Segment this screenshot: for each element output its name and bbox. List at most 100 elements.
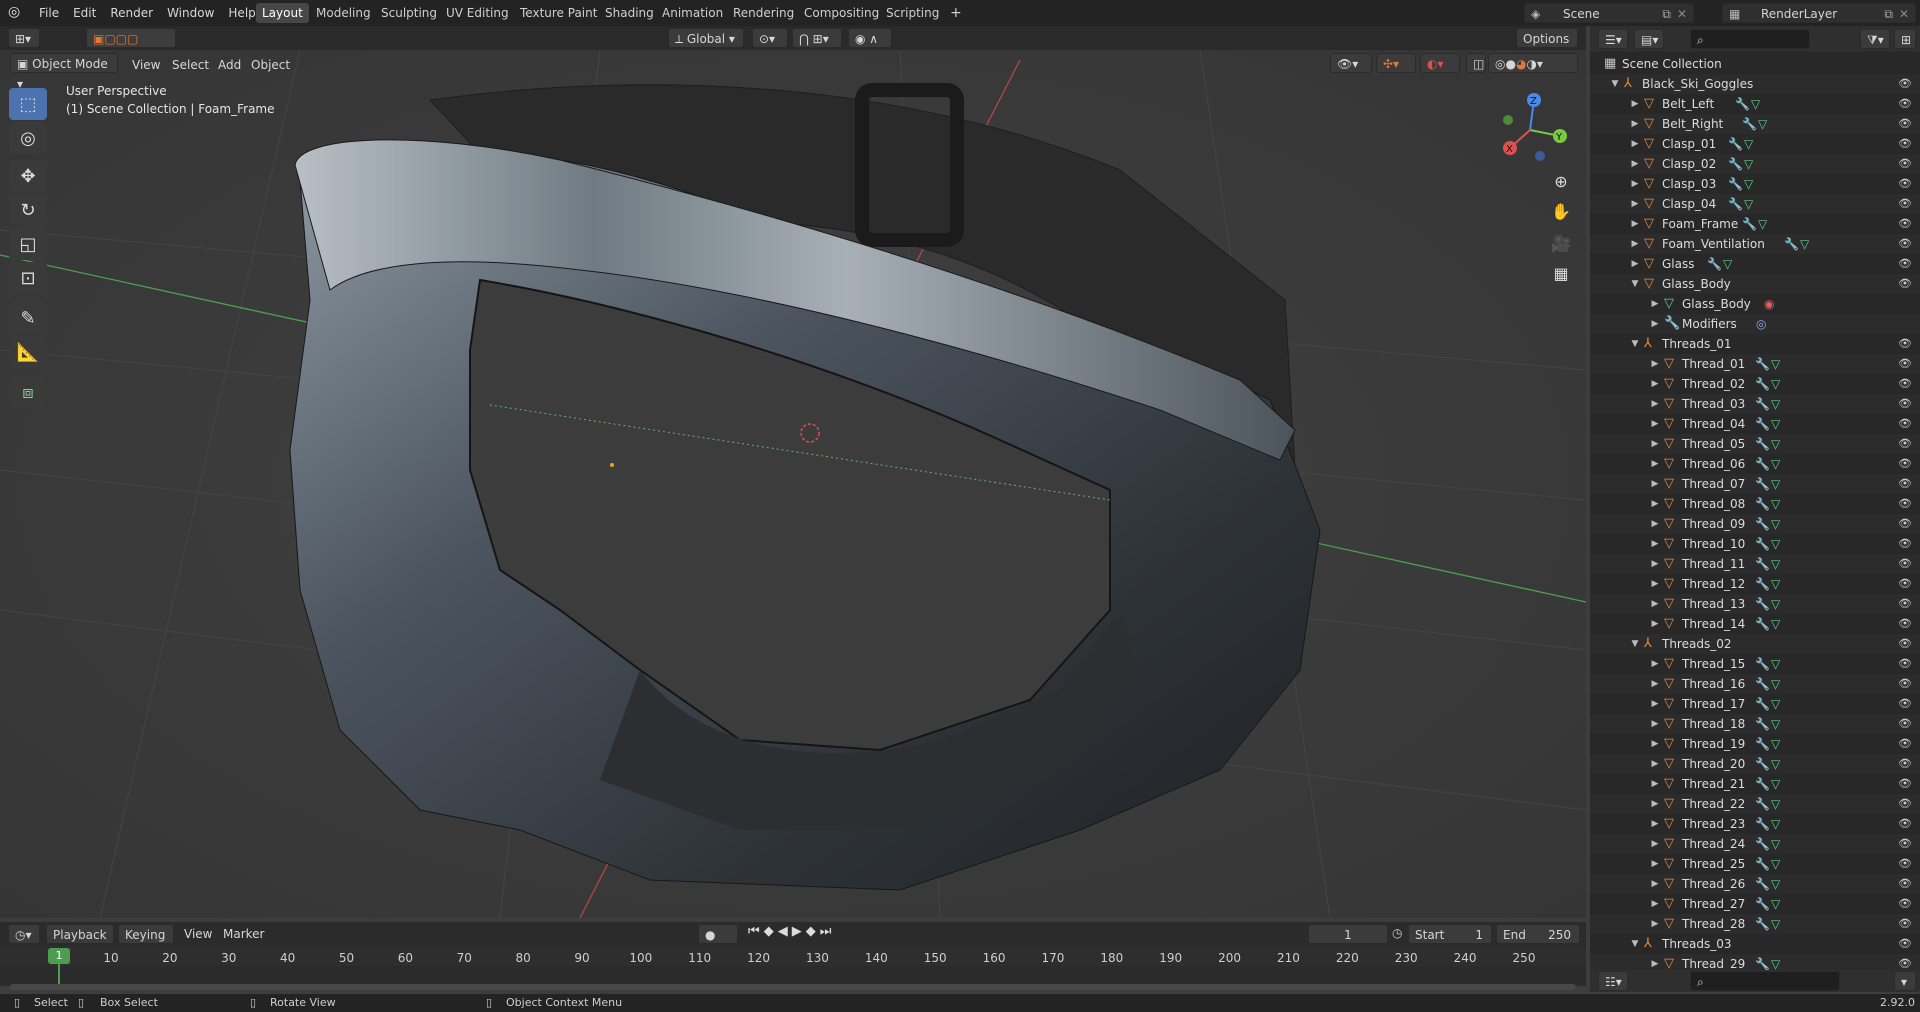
expand-arrow-icon[interactable]: ▶ — [1650, 474, 1660, 494]
visibility-eye-icon[interactable]: 👁 — [1898, 814, 1912, 834]
visibility-eye-icon[interactable]: 👁 — [1898, 334, 1912, 354]
modifier-wrench-icon[interactable]: 🔧 — [1755, 534, 1770, 554]
outliner-row[interactable]: ▶ ▽ Clasp_03 🔧 ▽ 👁 — [1590, 174, 1920, 194]
visibility-eye-icon[interactable]: 👁 — [1898, 494, 1912, 514]
shading-modes[interactable]: ◎●◕◑▾ — [1488, 53, 1578, 73]
scale-tool[interactable]: ◱ — [9, 228, 47, 260]
mesh-data-icon[interactable]: ▽ — [1744, 134, 1753, 154]
expand-arrow-icon[interactable]: ▶ — [1650, 774, 1660, 794]
modifier-wrench-icon[interactable]: 🔧 — [1755, 894, 1770, 914]
modifier-wrench-icon[interactable]: 🔧 — [1728, 194, 1743, 214]
filter-dropdown[interactable]: ⧩▾ — [1860, 29, 1890, 49]
outliner-row[interactable]: ▼ ⅄ Black_Ski_Goggles 👁 — [1590, 74, 1920, 94]
playback-controls[interactable]: ⏮◆◀▶◆⏭ — [748, 924, 835, 939]
visibility-eye-icon[interactable]: 👁 — [1898, 214, 1912, 234]
mesh-data-icon[interactable]: ▽ — [1771, 694, 1780, 714]
outliner-row[interactable]: ▶ ▽ Clasp_01 🔧 ▽ 👁 — [1590, 134, 1920, 154]
menu-view[interactable]: View — [132, 55, 160, 75]
expand-arrow-icon[interactable]: ▶ — [1630, 114, 1640, 134]
outliner-row[interactable]: ▶ ▽ Thread_21 🔧 ▽ 👁 — [1590, 774, 1920, 794]
visibility-eye-icon[interactable]: 👁 — [1898, 874, 1912, 894]
modifier-wrench-icon[interactable]: 🔧 — [1755, 434, 1770, 454]
menu-render[interactable]: Render — [103, 0, 160, 26]
modifier-wrench-icon[interactable]: 🔧 — [1755, 454, 1770, 474]
expand-arrow-icon[interactable]: ▶ — [1650, 834, 1660, 854]
mesh-data-icon[interactable]: ▽ — [1771, 734, 1780, 754]
mesh-data-icon[interactable]: ▽ — [1771, 714, 1780, 734]
use-preview-range-icon[interactable]: ◷ — [1392, 926, 1402, 940]
expand-arrow-icon[interactable]: ▶ — [1630, 94, 1640, 114]
modifier-wrench-icon[interactable]: 🔧 — [1755, 474, 1770, 494]
visibility-eye-icon[interactable]: 👁 — [1898, 894, 1912, 914]
outliner-row[interactable]: ▶ ▽ Thread_26 🔧 ▽ 👁 — [1590, 874, 1920, 894]
modifier-wrench-icon[interactable]: 🔧 — [1755, 814, 1770, 834]
close-scene-icon[interactable]: ✕ — [1677, 4, 1687, 24]
outliner-row[interactable]: ▼ ⅄ Threads_02 👁 — [1590, 634, 1920, 654]
mesh-data-icon[interactable]: ▽ — [1758, 214, 1767, 234]
visibility-eye-icon[interactable]: 👁 — [1898, 594, 1912, 614]
expand-arrow-icon[interactable]: ▶ — [1650, 434, 1660, 454]
prev-key-icon[interactable]: ◆ — [764, 924, 778, 939]
timeline-scrollbar[interactable] — [10, 984, 1576, 990]
tab-uv-editing[interactable]: UV Editing — [440, 3, 515, 23]
outliner-row[interactable]: ▼ ⅄ Threads_01 👁 — [1590, 334, 1920, 354]
expand-arrow-icon[interactable]: ▶ — [1650, 574, 1660, 594]
auto-key-toggle[interactable]: ● — [698, 924, 738, 944]
annotate-tool[interactable]: ✎ — [9, 302, 47, 334]
expand-arrow-icon[interactable]: ▶ — [1650, 294, 1660, 314]
material-icon[interactable]: ◉ — [1764, 294, 1774, 314]
visibility-eye-icon[interactable]: 👁 — [1898, 194, 1912, 214]
modifier-wrench-icon[interactable]: 🔧 — [1755, 494, 1770, 514]
modifier-wrench-icon[interactable]: 🔧 — [1755, 354, 1770, 374]
outliner-editor-type[interactable]: ☰▾ — [1598, 29, 1628, 49]
visibility-eye-icon[interactable]: 👁 — [1898, 674, 1912, 694]
visibility-eye-icon[interactable]: 👁 — [1898, 934, 1912, 954]
timeline-editor-type[interactable]: ◷▾ — [8, 924, 40, 944]
menu-file[interactable]: File — [32, 0, 66, 26]
modifier-wrench-icon[interactable]: 🔧 — [1755, 734, 1770, 754]
add-workspace-button[interactable]: + — [944, 3, 968, 23]
outliner-row[interactable]: ▶ ▽ Thread_02 🔧 ▽ 👁 — [1590, 374, 1920, 394]
outliner-row[interactable]: ▶ ▽ Thread_15 🔧 ▽ 👁 — [1590, 654, 1920, 674]
transform-orientation-dropdown[interactable]: ⟂ Global ▾ — [668, 28, 744, 48]
copy-scene-icon[interactable]: ⧉ — [1662, 4, 1671, 24]
mesh-data-icon[interactable]: ▽ — [1771, 454, 1780, 474]
visibility-eye-icon[interactable]: 👁 — [1898, 354, 1912, 374]
expand-arrow-icon[interactable]: ▶ — [1650, 874, 1660, 894]
mesh-data-icon[interactable]: ▽ — [1758, 114, 1767, 134]
expand-arrow-icon[interactable]: ▶ — [1650, 754, 1660, 774]
visibility-eye-icon[interactable]: 👁 — [1898, 574, 1912, 594]
outliner-row[interactable]: ▶ 🔧 Modifiers ◎ — [1590, 314, 1920, 334]
expand-arrow-icon[interactable]: ▶ — [1650, 894, 1660, 914]
mesh-data-icon[interactable]: ▽ — [1771, 494, 1780, 514]
outliner-row[interactable]: ▶ ▽ Thread_09 🔧 ▽ 👁 — [1590, 514, 1920, 534]
play-reverse-icon[interactable]: ◀ — [778, 924, 792, 939]
modifier-wrench-icon[interactable]: 🔧 — [1755, 594, 1770, 614]
outliner-row[interactable]: ▶ ▽ Thread_22 🔧 ▽ 👁 — [1590, 794, 1920, 814]
modifier-wrench-icon[interactable]: 🔧 — [1755, 874, 1770, 894]
outliner-row[interactable]: ▶ ▽ Thread_12 🔧 ▽ 👁 — [1590, 574, 1920, 594]
mesh-data-icon[interactable]: ▽ — [1771, 914, 1780, 934]
outliner-row[interactable]: ▶ ▽ Foam_Ventilation 🔧 ▽ 👁 — [1590, 234, 1920, 254]
snap-dropdown[interactable]: ⋂ ⊞▾ — [792, 28, 842, 48]
tab-compositing[interactable]: Compositing — [798, 3, 885, 23]
mesh-data-icon[interactable]: ▽ — [1771, 594, 1780, 614]
mesh-data-icon[interactable]: ▽ — [1771, 414, 1780, 434]
mesh-data-icon[interactable]: ▽ — [1771, 374, 1780, 394]
outliner-row[interactable]: ▶ ▽ Thread_06 🔧 ▽ 👁 — [1590, 454, 1920, 474]
modifier-wrench-icon[interactable]: 🔧 — [1755, 674, 1770, 694]
expand-arrow-icon[interactable]: ▶ — [1650, 414, 1660, 434]
expand-arrow-icon[interactable]: ▶ — [1630, 134, 1640, 154]
visibility-eye-icon[interactable]: 👁 — [1898, 734, 1912, 754]
expand-arrow-icon[interactable]: ▶ — [1630, 254, 1640, 274]
visibility-eye-icon[interactable]: 👁 — [1898, 394, 1912, 414]
mesh-data-icon[interactable]: ▽ — [1771, 434, 1780, 454]
proportional-edit[interactable]: ◉ ∧ — [848, 28, 892, 48]
3d-viewport[interactable]: User Perspective (1) Scene Collection | … — [0, 50, 1586, 918]
mesh-data-icon[interactable]: ▽ — [1771, 514, 1780, 534]
visibility-eye-icon[interactable]: 👁 — [1898, 134, 1912, 154]
modifier-wrench-icon[interactable]: 🔧 — [1755, 694, 1770, 714]
mesh-data-icon[interactable]: ▽ — [1771, 774, 1780, 794]
outliner-tree[interactable]: ▦ Scene Collection ▼ ⅄ Black_Ski_Goggles 👁 ▶ ▽ B… — [1590, 54, 1920, 984]
timeline-menu-view[interactable]: View — [184, 924, 212, 944]
